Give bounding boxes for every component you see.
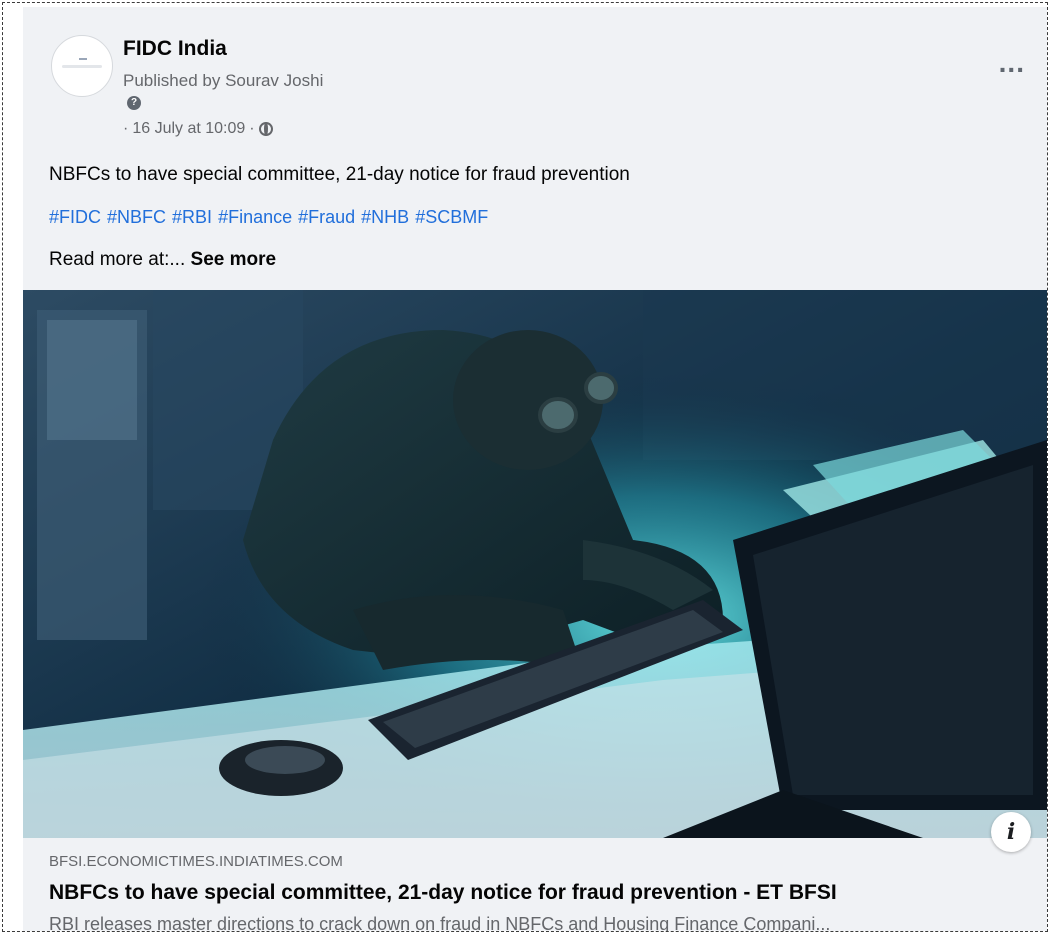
link-description[interactable]: RBI releases master directions to crack …: [49, 914, 830, 931]
more-options-button[interactable]: ...: [999, 49, 1025, 77]
post-text: NBFCs to have special committee, 21-day …: [49, 164, 630, 185]
page-avatar[interactable]: [51, 35, 113, 97]
see-more-link[interactable]: See more: [191, 249, 277, 270]
hashtag-link[interactable]: #FIDC: [49, 207, 101, 228]
help-icon[interactable]: ?: [127, 96, 141, 110]
link-title[interactable]: NBFCs to have special committee, 21-day …: [49, 881, 837, 905]
page-name-link[interactable]: FIDC India: [123, 37, 227, 61]
hashtag-link[interactable]: #Fraud: [298, 207, 355, 228]
hashtag-link[interactable]: #RBI: [172, 207, 212, 228]
post-date-link[interactable]: 16 July at 10:09: [132, 120, 245, 138]
screenshot-frame: FIDC India Published by Sourav Joshi ? ·…: [2, 2, 1048, 932]
info-button[interactable]: i: [991, 812, 1031, 852]
post-meta: · 16 July at 10:09 ·: [123, 120, 273, 138]
link-domain[interactable]: BFSI.ECONOMICTIMES.INDIATIMES.COM: [49, 853, 343, 870]
hashtag-link[interactable]: #NBFC: [107, 207, 166, 228]
hashtag-link[interactable]: #Finance: [218, 207, 292, 228]
meta-separator-dot: ·: [249, 120, 255, 137]
hashtag-link[interactable]: #NHB: [361, 207, 409, 228]
link-preview-image[interactable]: [23, 290, 1047, 838]
hacker-illustration: [23, 290, 1047, 838]
read-more-row: Read more at:... See more: [49, 249, 276, 271]
read-more-text: Read more at:...: [49, 249, 186, 270]
publisher-label: Published by Sourav Joshi: [123, 71, 324, 90]
hashtag-list: #FIDC #NBFC #RBI #Finance #Fraud #NHB #S…: [49, 207, 488, 228]
meta-prefix-dot: ·: [123, 120, 129, 137]
facebook-post: FIDC India Published by Sourav Joshi ? ·…: [23, 7, 1047, 931]
globe-icon[interactable]: [258, 122, 273, 136]
hashtag-link[interactable]: #SCBMF: [415, 207, 488, 228]
